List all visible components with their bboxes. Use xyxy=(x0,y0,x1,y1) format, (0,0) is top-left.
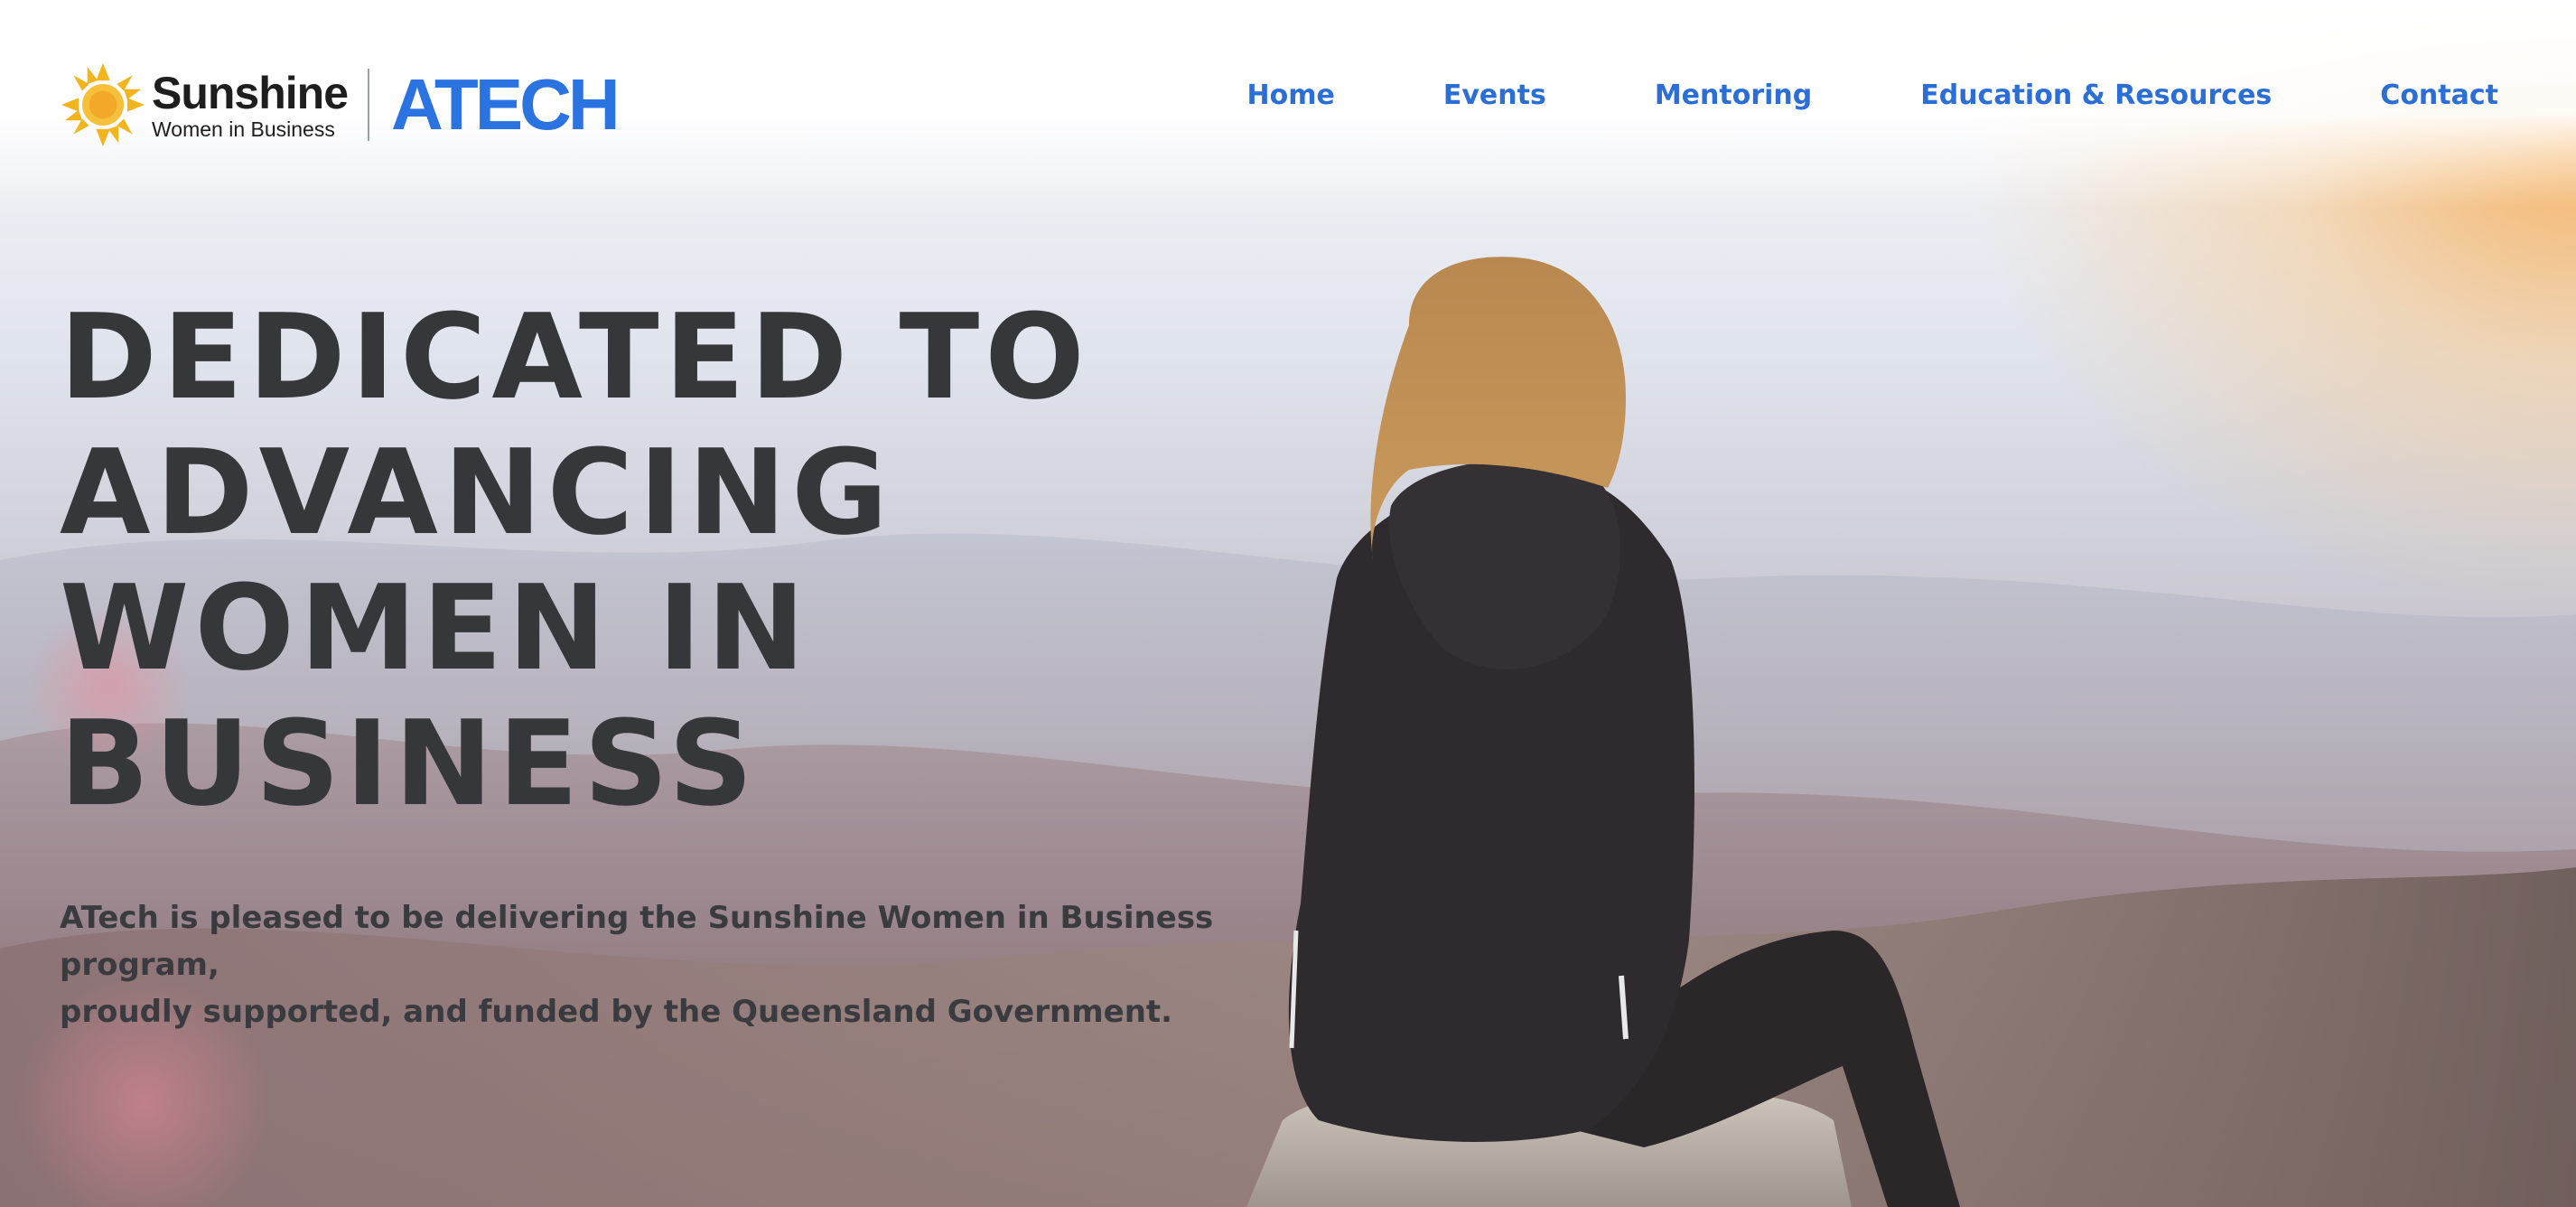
brand-text: Sunshine Women in Business xyxy=(152,67,349,141)
atech-logo: ATECH xyxy=(391,64,621,145)
main-nav: Home Events Mentoring Education & Resour… xyxy=(1247,80,2498,111)
nav-education-resources[interactable]: Education & Resources xyxy=(1920,80,2272,111)
logo-divider xyxy=(368,69,370,141)
hero-subtitle-line: proudly supported, and funded by the Que… xyxy=(60,994,1173,1030)
hero-headline-line: DEDICATED TO xyxy=(60,288,1090,426)
hero-headline-line: ADVANCING xyxy=(60,424,893,561)
sun-icon xyxy=(61,62,145,147)
brand-name: Sunshine xyxy=(152,67,349,118)
nav-contact[interactable]: Contact xyxy=(2380,80,2498,111)
hero-headline: DEDICATED TO ADVANCING WOMEN IN BUSINESS xyxy=(60,289,1234,831)
site-header: Sunshine Women in Business ATECH Home Ev… xyxy=(0,0,2576,208)
hero-subtitle-line: ATech is pleased to be delivering the Su… xyxy=(60,900,1214,983)
hero-headline-line: WOMEN IN xyxy=(60,559,811,697)
site-logo-link[interactable]: Sunshine Women in Business ATECH xyxy=(60,60,621,150)
nav-home[interactable]: Home xyxy=(1247,80,1335,111)
hero-subtitle: ATech is pleased to be delivering the Su… xyxy=(60,894,1324,1035)
hero-headline-line: BUSINESS xyxy=(60,695,759,832)
nav-events[interactable]: Events xyxy=(1443,80,1546,111)
nav-mentoring[interactable]: Mentoring xyxy=(1655,80,1812,111)
brand-tagline: Women in Business xyxy=(152,117,335,141)
